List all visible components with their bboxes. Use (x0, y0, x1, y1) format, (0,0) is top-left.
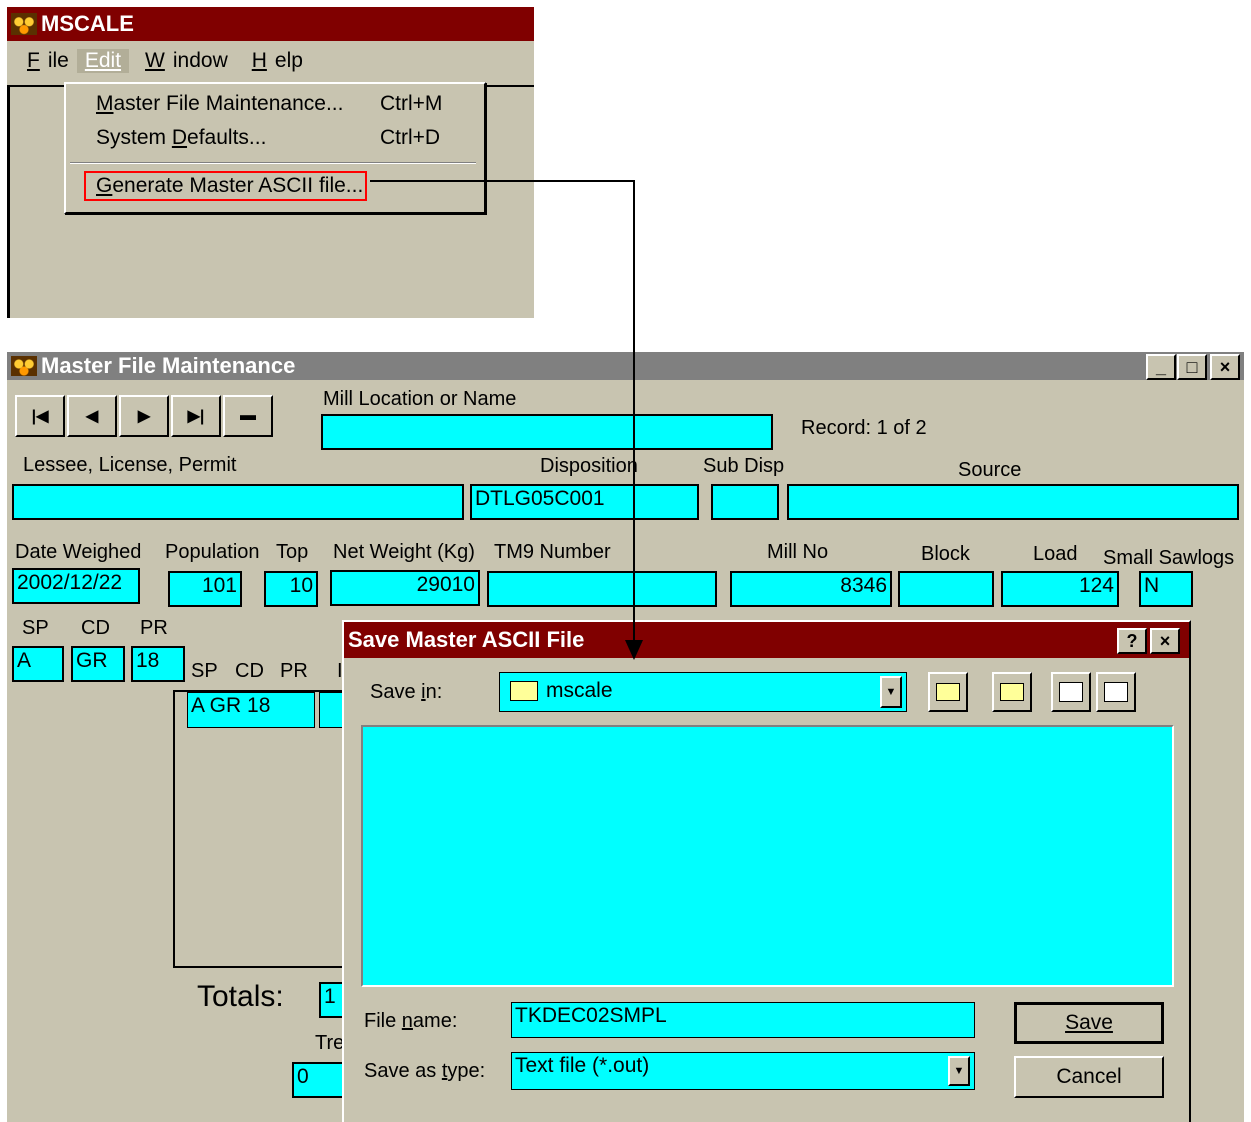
connector-arrow (370, 180, 643, 660)
